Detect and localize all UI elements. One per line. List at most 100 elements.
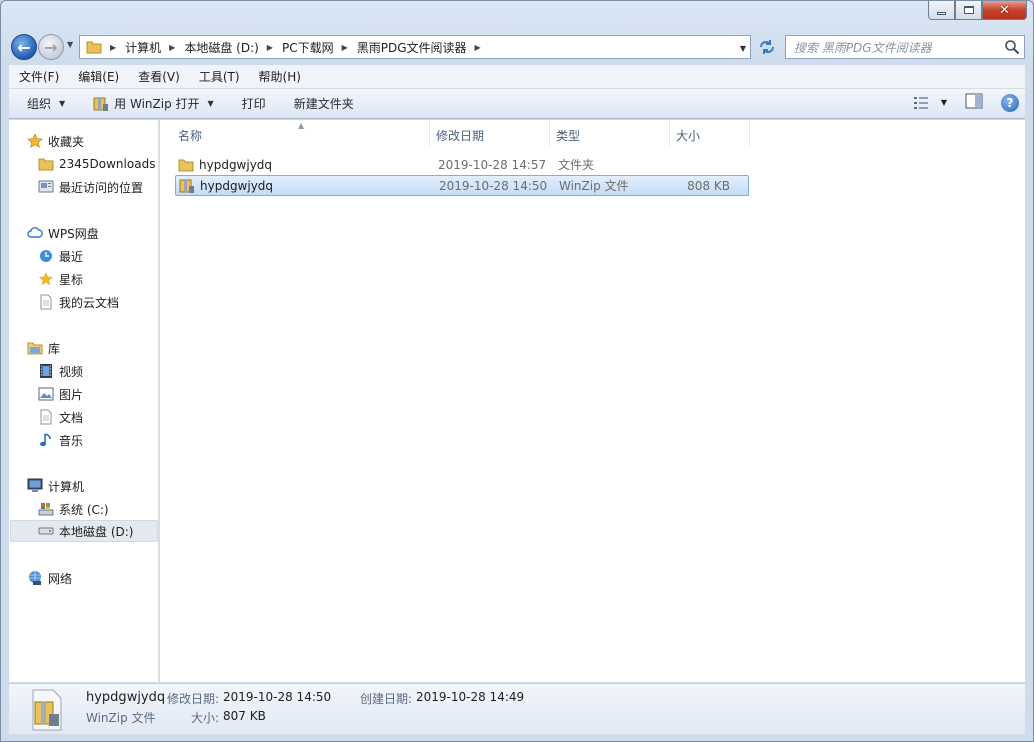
- view-details-icon: [913, 96, 928, 109]
- column-headers: 名称 修改日期 类型 大小: [160, 120, 750, 146]
- breadcrumb-pcdownload[interactable]: PC下载网: [282, 39, 334, 56]
- winzip-large-icon: [32, 689, 62, 731]
- column-name[interactable]: 名称: [160, 120, 430, 146]
- nav-item-2345downloads[interactable]: 2345Downloads: [38, 153, 155, 175]
- details-created-label: 创建日期:: [360, 692, 413, 706]
- network-icon: [27, 570, 43, 586]
- close-button[interactable]: ✕: [982, 1, 1027, 20]
- video-icon: [38, 363, 54, 379]
- search-icon[interactable]: [1004, 39, 1020, 55]
- chevron-down-icon: ▼: [207, 99, 214, 108]
- nav-item-wps-recent[interactable]: 最近: [38, 245, 83, 267]
- nav-computer[interactable]: 计算机: [27, 475, 84, 497]
- chevron-right-icon[interactable]: ▶: [110, 43, 116, 52]
- help-icon[interactable]: ?: [1001, 93, 1019, 112]
- organize-button[interactable]: 组织 ▼: [9, 95, 75, 112]
- new-folder-label: 新建文件夹: [293, 97, 354, 111]
- file-list: 名称 修改日期 类型 大小 ▲ hypdgwjydq 2019-10-28 14…: [160, 120, 1025, 682]
- document-icon: [38, 409, 54, 425]
- star-icon: [38, 271, 54, 287]
- nav-item-label: 星标: [59, 272, 84, 287]
- sort-ascending-icon: ▲: [298, 121, 305, 130]
- nav-item-music[interactable]: 音乐: [38, 429, 83, 451]
- back-button[interactable]: ←: [11, 34, 37, 60]
- command-bar: 组织 ▼ 用 WinZip 打开 ▼ 打印 新建文件夹 ▼ ?: [9, 89, 1025, 119]
- change-view-button[interactable]: ▼: [913, 96, 947, 110]
- nav-item-drive-d[interactable]: 本地磁盘 (D:): [10, 520, 158, 542]
- maximize-button[interactable]: [955, 1, 982, 20]
- recent-pages-dropdown[interactable]: ▼: [67, 40, 77, 52]
- folder-icon: [38, 156, 54, 172]
- print-button[interactable]: 打印: [224, 95, 276, 112]
- close-icon: ✕: [999, 2, 1010, 18]
- forward-button[interactable]: →: [38, 34, 64, 60]
- open-with-winzip-button[interactable]: 用 WinZip 打开 ▼: [75, 95, 224, 112]
- chevron-right-icon[interactable]: ▶: [475, 43, 481, 52]
- winzip-icon: [93, 97, 109, 111]
- menu-help[interactable]: 帮助(H): [249, 68, 310, 85]
- nav-item-label: 图片: [59, 387, 84, 402]
- column-date[interactable]: 修改日期: [430, 120, 550, 146]
- nav-item-wps-starred[interactable]: 星标: [38, 268, 83, 290]
- nav-item-recent-places[interactable]: 最近访问的位置: [38, 176, 143, 198]
- address-dropdown-icon[interactable]: ▼: [740, 44, 746, 53]
- details-modified-label: 修改日期:: [167, 692, 220, 706]
- new-folder-button[interactable]: 新建文件夹: [276, 95, 364, 112]
- breadcrumb-computer[interactable]: 计算机: [125, 39, 161, 56]
- file-type: WinZip 文件: [559, 179, 629, 193]
- nav-item-drive-c[interactable]: 系统 (C:): [38, 498, 109, 520]
- column-size[interactable]: 大小: [670, 120, 750, 146]
- details-created-value: 2019-10-28 14:49: [416, 690, 525, 704]
- cloud-icon: [27, 225, 43, 241]
- nav-item-label: 音乐: [59, 433, 84, 448]
- nav-item-wps-docs[interactable]: 我的云文档: [38, 291, 119, 313]
- preview-pane-button[interactable]: [965, 93, 983, 112]
- search-box[interactable]: 搜索 黑雨PDG文件阅读器: [785, 35, 1025, 59]
- nav-item-videos[interactable]: 视频: [38, 360, 83, 382]
- nav-item-documents[interactable]: 文档: [38, 406, 83, 428]
- details-file-name: hypdgwjydq: [86, 690, 166, 705]
- search-input[interactable]: 搜索 黑雨PDG文件阅读器: [786, 39, 1004, 56]
- nav-favorites-label: 收藏夹: [48, 134, 85, 149]
- minimize-button[interactable]: [928, 1, 955, 20]
- file-size: 808 KB: [687, 178, 730, 193]
- open-with-label: 用 WinZip 打开: [114, 97, 200, 111]
- nav-libraries[interactable]: 库: [27, 337, 60, 359]
- menu-view[interactable]: 查看(V): [128, 68, 189, 85]
- nav-item-label: 最近访问的位置: [59, 180, 144, 195]
- refresh-button[interactable]: [754, 35, 780, 59]
- explorer-window: ✕ ← → ▼ ▶ 计算机 ▶ 本地磁盘 (D:) ▶ PC下载网 ▶ 黑雨PD…: [0, 0, 1034, 742]
- chevron-right-icon[interactable]: ▶: [267, 43, 273, 52]
- nav-item-label: 视频: [59, 364, 84, 379]
- navigation-pane: 收藏夹 2345Downloads 最近访问的位置 WPS网盘 最近 星标 我的…: [9, 120, 159, 682]
- file-date: 2019-10-28 14:57: [438, 157, 547, 172]
- forward-arrow-icon: →: [44, 37, 58, 57]
- breadcrumb-drive-d[interactable]: 本地磁盘 (D:): [184, 39, 258, 56]
- nav-wps-cloud[interactable]: WPS网盘: [27, 222, 99, 244]
- nav-item-pictures[interactable]: 图片: [38, 383, 83, 405]
- back-arrow-icon: ←: [17, 37, 31, 57]
- address-bar[interactable]: ▶ 计算机 ▶ 本地磁盘 (D:) ▶ PC下载网 ▶ 黑雨PDG文件阅读器 ▶…: [79, 35, 751, 59]
- chevron-down-icon: ▼: [59, 99, 66, 108]
- menu-file[interactable]: 文件(F): [9, 68, 68, 85]
- menu-edit[interactable]: 编辑(E): [68, 68, 128, 85]
- nav-network[interactable]: 网络: [27, 567, 72, 589]
- view-controls: ▼ ?: [913, 93, 1019, 112]
- table-row-selected[interactable]: hypdgwjydq 2019-10-28 14:50 WinZip 文件 80…: [175, 175, 749, 196]
- nav-favorites[interactable]: 收藏夹: [27, 130, 84, 152]
- breadcrumb-current-folder[interactable]: 黑雨PDG文件阅读器: [357, 39, 467, 56]
- chevron-right-icon[interactable]: ▶: [169, 43, 175, 52]
- nav-libraries-label: 库: [48, 341, 61, 356]
- details-size-label: 大小:: [191, 711, 220, 725]
- file-type: 文件夹: [558, 158, 595, 172]
- winzip-icon: [179, 179, 194, 193]
- menu-tools[interactable]: 工具(T): [189, 68, 249, 85]
- print-label: 打印: [241, 97, 266, 111]
- chevron-right-icon[interactable]: ▶: [342, 43, 348, 52]
- clock-icon: [38, 248, 54, 264]
- chevron-down-icon[interactable]: ▼: [941, 98, 947, 107]
- table-row[interactable]: hypdgwjydq 2019-10-28 14:57 文件夹: [175, 154, 749, 175]
- preview-pane-icon: [965, 93, 983, 109]
- column-type[interactable]: 类型: [550, 120, 670, 146]
- details-file-type: WinZip 文件: [86, 711, 156, 725]
